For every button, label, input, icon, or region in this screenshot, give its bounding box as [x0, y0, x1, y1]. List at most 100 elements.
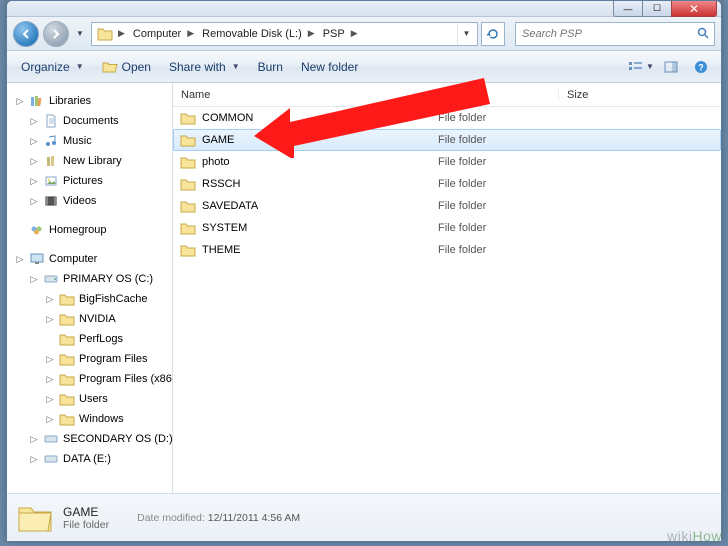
libraries-icon [29, 93, 45, 109]
file-row[interactable]: COMMON File folder [173, 107, 721, 129]
file-type: File folder [430, 244, 560, 256]
folder-icon [59, 411, 75, 427]
folder-icon [180, 133, 196, 147]
file-list[interactable]: COMMON File folder GAME File folder photo Fil… [173, 107, 721, 493]
file-name: COMMON [202, 112, 253, 124]
tree-windows[interactable]: ▷Windows [11, 409, 172, 429]
explorer-body: ▷Libraries ▷Documents ▷Music ▷New Librar… [7, 83, 721, 493]
file-row[interactable]: SYSTEM File folder [173, 217, 721, 239]
breadcrumb-folder[interactable]: PSP [317, 28, 349, 40]
breadcrumb-disk[interactable]: Removable Disk (L:) [196, 28, 306, 40]
folder-open-icon [102, 60, 118, 74]
computer-icon [29, 251, 45, 267]
details-name: GAME [63, 505, 109, 519]
tree-pictures[interactable]: ▷Pictures [11, 171, 172, 191]
tree-homegroup[interactable]: Homegroup [11, 220, 172, 240]
tree-videos[interactable]: ▷Videos [11, 191, 172, 211]
burn-button[interactable]: Burn [250, 55, 291, 79]
forward-button[interactable] [43, 21, 69, 47]
chevron-right-icon[interactable]: ▶ [349, 28, 360, 39]
column-headers: Name Type Size [173, 83, 721, 107]
back-button[interactable] [13, 21, 39, 47]
drive-icon [43, 451, 59, 467]
videos-icon [43, 193, 59, 209]
tree-documents[interactable]: ▷Documents [11, 111, 172, 131]
file-type: File folder [430, 134, 560, 146]
search-input[interactable] [516, 28, 692, 40]
view-options-button[interactable]: ▼ [627, 55, 655, 79]
music-icon [43, 133, 59, 149]
address-bar[interactable]: ▶ Computer ▶ Removable Disk (L:) ▶ PSP ▶… [91, 22, 478, 46]
folder-icon [59, 291, 75, 307]
drive-icon [43, 431, 59, 447]
tree-nvidia[interactable]: ▷NVIDIA [11, 309, 172, 329]
maximize-button[interactable]: ☐ [642, 1, 672, 17]
file-name: THEME [202, 244, 241, 256]
minimize-button[interactable]: — [613, 1, 643, 17]
tree-secondary-os[interactable]: ▷SECONDARY OS (D:) [11, 429, 172, 449]
folder-icon [96, 25, 114, 43]
details-pane: GAME File folder Date modified: 12/11/20… [7, 493, 721, 541]
search-icon[interactable] [692, 27, 714, 40]
file-type: File folder [430, 222, 560, 234]
column-type[interactable]: Type [429, 89, 559, 101]
file-name: SYSTEM [202, 222, 247, 234]
folder-icon [180, 111, 196, 125]
file-type: File folder [430, 112, 560, 124]
share-button[interactable]: Share with▼ [161, 55, 248, 79]
folder-icon [59, 351, 75, 367]
folder-icon [180, 155, 196, 169]
svg-text:?: ? [698, 62, 704, 72]
drive-icon [43, 271, 59, 287]
tree-bigfish[interactable]: ▷BigFishCache [11, 289, 172, 309]
file-row[interactable]: photo File folder [173, 151, 721, 173]
file-list-pane: Name Type Size COMMON File folder GAME File… [173, 83, 721, 493]
file-row[interactable]: GAME File folder [173, 129, 721, 151]
tree-newlibrary[interactable]: ▷New Library [11, 151, 172, 171]
document-icon [43, 113, 59, 129]
navigation-bar: ▼ ▶ Computer ▶ Removable Disk (L:) ▶ PSP… [7, 17, 721, 51]
close-button[interactable]: ✕ [671, 1, 717, 17]
tree-data[interactable]: ▷DATA (E:) [11, 449, 172, 469]
refresh-button[interactable] [481, 22, 505, 46]
file-name: GAME [202, 134, 234, 146]
tree-perflogs[interactable]: PerfLogs [11, 329, 172, 349]
file-name: photo [202, 156, 230, 168]
column-size[interactable]: Size [559, 89, 639, 101]
file-row[interactable]: RSSCHFile folder [173, 173, 721, 195]
tree-libraries[interactable]: ▷Libraries [11, 91, 172, 111]
help-button[interactable]: ? [687, 55, 715, 79]
tree-progfilesx86[interactable]: ▷Program Files (x86) [11, 369, 172, 389]
titlebar[interactable]: — ☐ ✕ [7, 1, 721, 17]
organize-button[interactable]: Organize▼ [13, 55, 92, 79]
file-row[interactable]: SAVEDATAFile folder [173, 195, 721, 217]
tree-users[interactable]: ▷Users [11, 389, 172, 409]
open-button[interactable]: Open [94, 55, 159, 79]
file-type: File folder [430, 200, 560, 212]
folder-icon [180, 243, 196, 257]
chevron-right-icon[interactable]: ▶ [306, 28, 317, 39]
breadcrumb-computer[interactable]: Computer [127, 28, 185, 40]
details-modified: Date modified: 12/11/2011 4:56 AM [137, 512, 300, 524]
navigation-tree[interactable]: ▷Libraries ▷Documents ▷Music ▷New Librar… [7, 83, 173, 493]
tree-progfiles[interactable]: ▷Program Files [11, 349, 172, 369]
folder-icon [59, 311, 75, 327]
window-buttons: — ☐ ✕ [614, 1, 717, 17]
folder-icon [59, 391, 75, 407]
tree-music[interactable]: ▷Music [11, 131, 172, 151]
new-folder-button[interactable]: New folder [293, 55, 366, 79]
chevron-right-icon[interactable]: ▶ [185, 28, 196, 39]
folder-icon [59, 331, 75, 347]
watermark: wikiHow [667, 528, 722, 544]
column-name[interactable]: Name [173, 89, 429, 101]
address-dropdown[interactable]: ▼ [457, 23, 475, 45]
preview-pane-button[interactable] [657, 55, 685, 79]
nav-history-dropdown[interactable]: ▼ [73, 25, 87, 43]
library-icon [43, 153, 59, 169]
chevron-right-icon[interactable]: ▶ [116, 28, 127, 39]
file-row[interactable]: THEME File folder [173, 239, 721, 261]
tree-primary-os[interactable]: ▷PRIMARY OS (C:) [11, 269, 172, 289]
file-type: File folder [430, 156, 560, 168]
search-box[interactable] [515, 22, 715, 46]
tree-computer[interactable]: ▷Computer [11, 249, 172, 269]
